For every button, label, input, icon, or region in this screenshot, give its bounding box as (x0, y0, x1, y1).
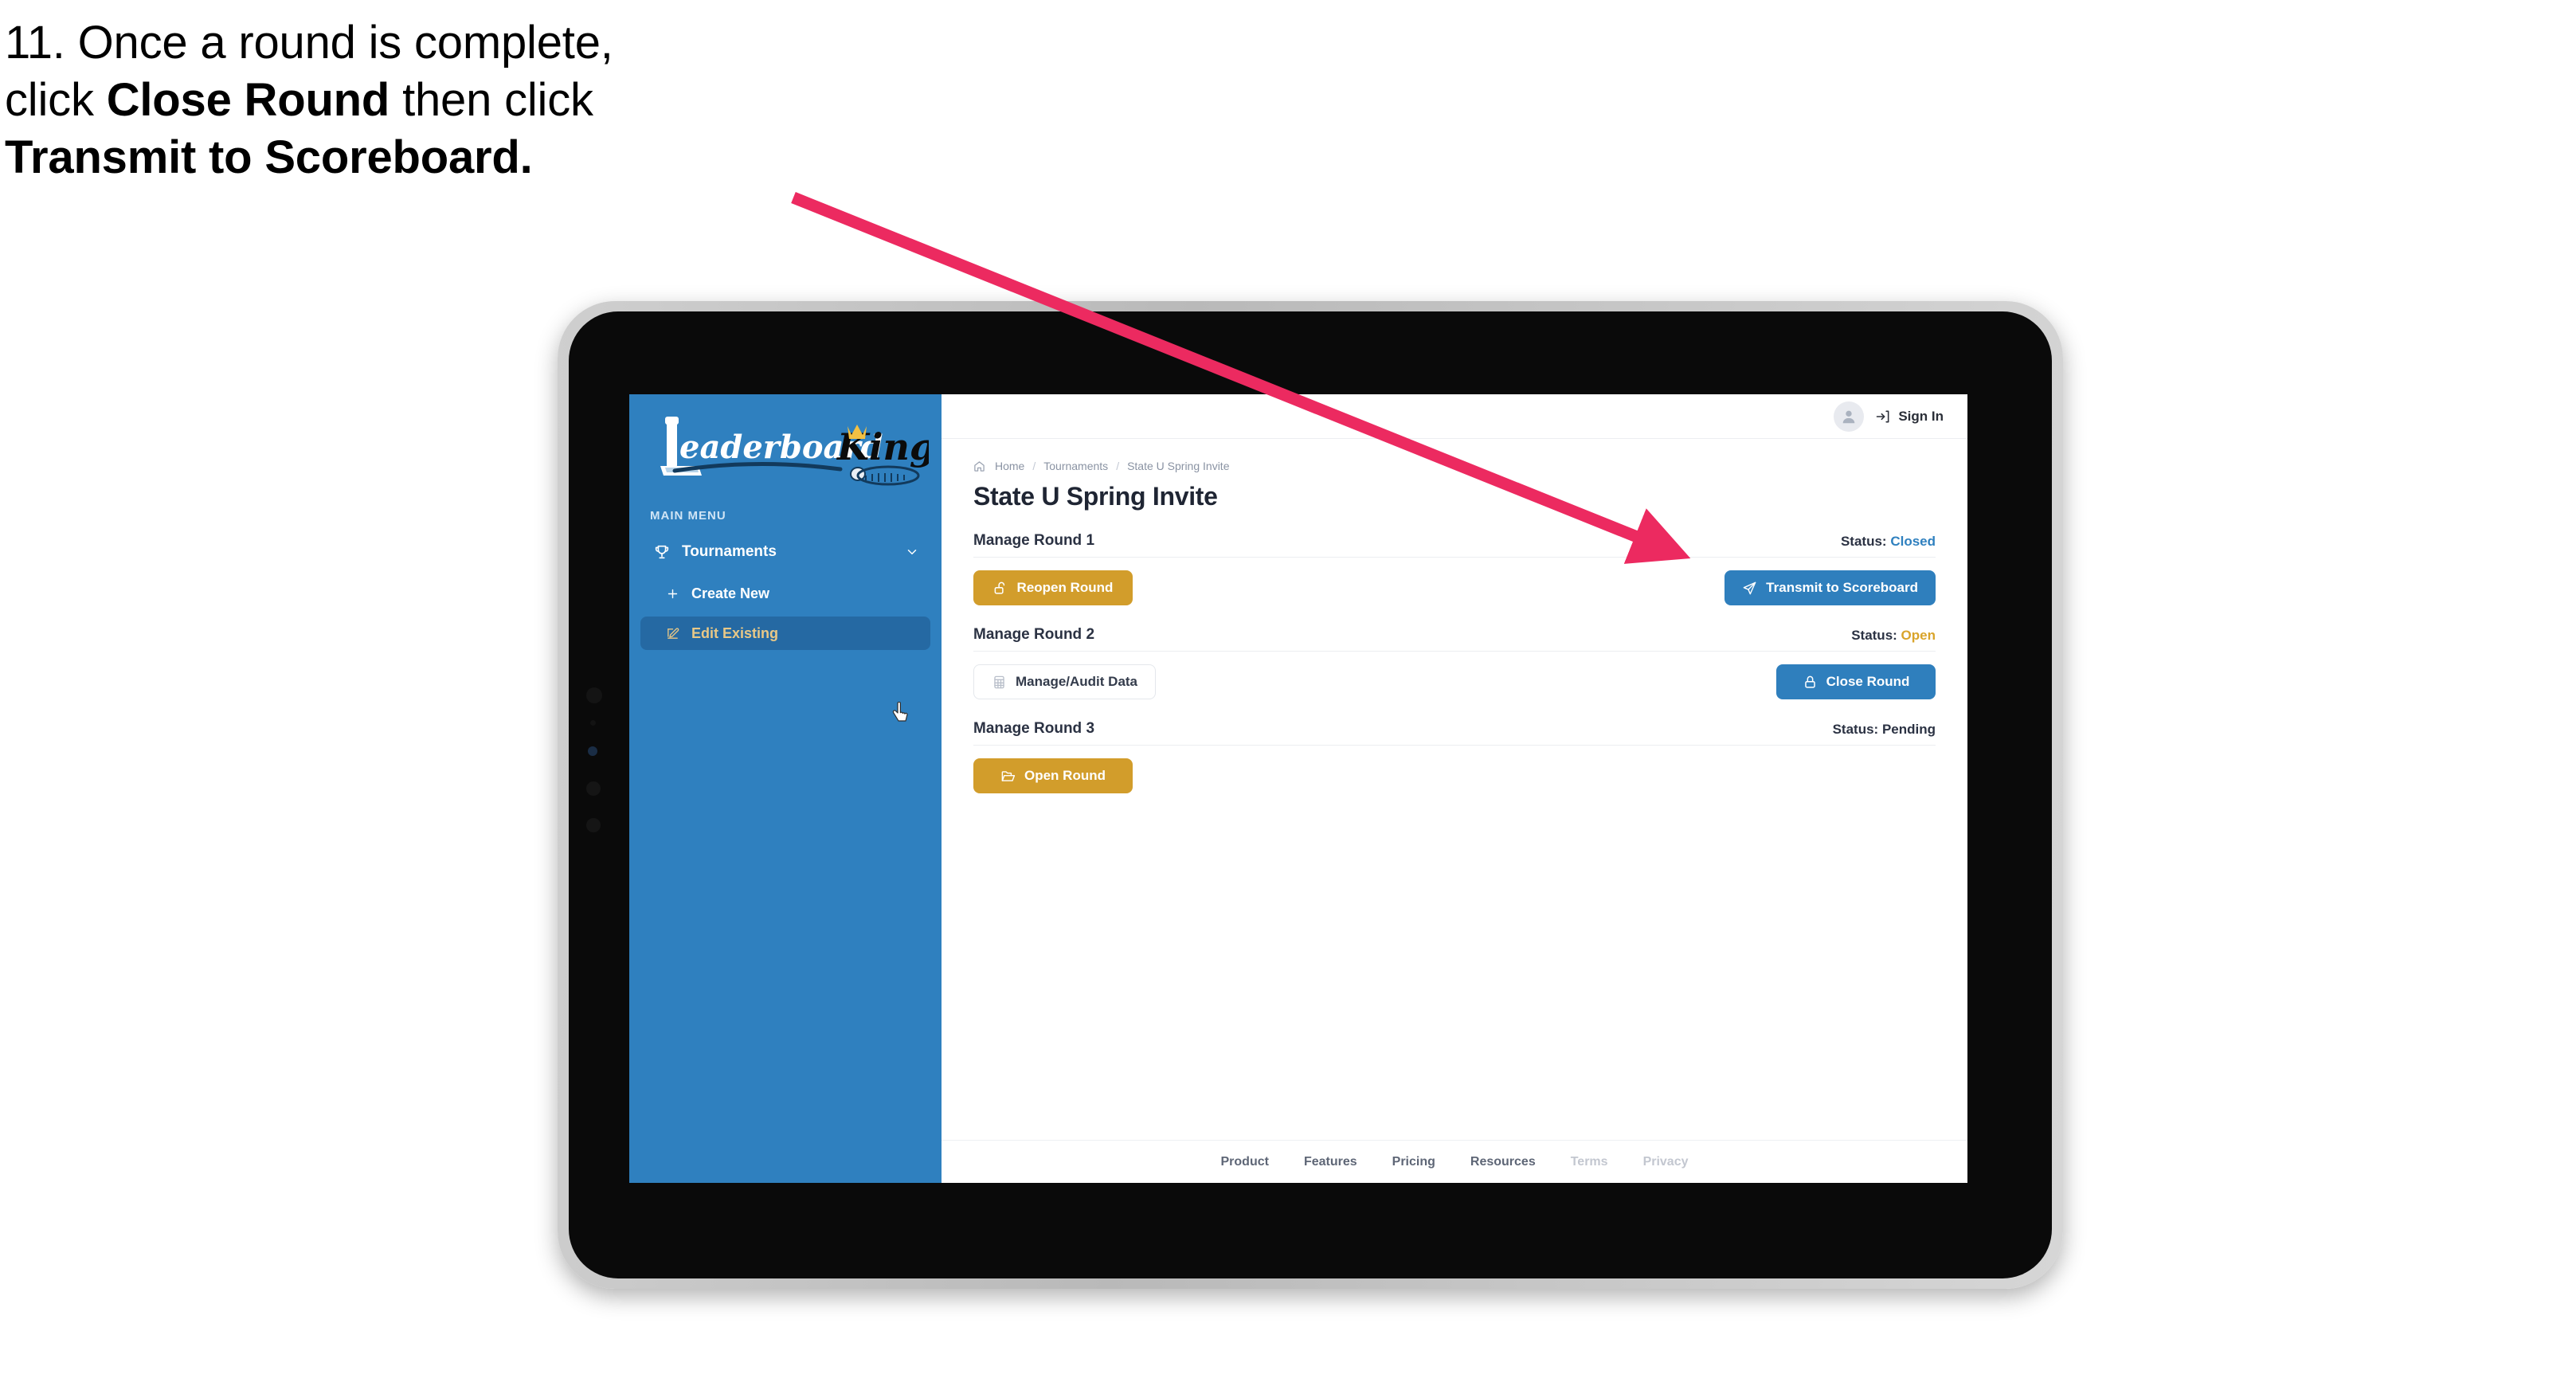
tablet-mic-icon (590, 720, 596, 726)
round-2-status-value: Open (1901, 628, 1936, 643)
reopen-round-label: Reopen Round (1016, 580, 1114, 595)
tablet-button-lower-icon (586, 818, 601, 832)
caption-line-2: click Close Round then click (5, 72, 865, 129)
instruction-caption: 11. Once a round is complete, click Clos… (5, 14, 865, 186)
main-content: Sign In Home / Tournaments / State U Spr… (942, 394, 1967, 1183)
sidebar-item-tournaments[interactable]: Tournaments (640, 534, 930, 570)
round-2-status-label: Status: (1851, 628, 1897, 643)
tablet-camera-icon (588, 746, 597, 756)
table-grid-icon (994, 675, 1004, 688)
caption-line-3: Transmit to Scoreboard. (5, 129, 865, 186)
unlock-icon (994, 581, 1004, 594)
caption-line-2-pre: click (5, 73, 107, 126)
sidebar: eaderboard King MAIN MENU Tournaments Cr… (629, 394, 942, 1183)
round-1-header: Manage Round 1 Status: Closed (973, 532, 1936, 558)
leaderboard-king-logo-icon: eaderboard King (660, 417, 929, 486)
caption-transmit-emphasis: Transmit to Scoreboard. (5, 131, 533, 183)
avatar[interactable] (1834, 401, 1865, 432)
send-plane-icon (1743, 581, 1756, 594)
sidebar-item-tournaments-label: Tournaments (682, 543, 777, 560)
round-3-actions: Open Round (973, 758, 1936, 793)
content-body: Home / Tournaments / State U Spring Invi… (942, 439, 1967, 793)
screenshot-root: 11. Once a round is complete, click Clos… (0, 0, 2576, 1386)
footer: Product Features Pricing Resources Terms… (942, 1140, 1967, 1183)
round-2-title: Manage Round 2 (973, 626, 1095, 643)
breadcrumb-separator-1: / (1032, 460, 1036, 472)
edit-square-icon (663, 627, 682, 640)
top-bar: Sign In (942, 394, 1967, 439)
sidebar-item-create-new-label: Create New (691, 585, 770, 601)
mouse-cursor-pointer-icon (892, 702, 908, 722)
transmit-to-scoreboard-label: Transmit to Scoreboard (1766, 580, 1918, 595)
open-round-label: Open Round (1024, 768, 1106, 783)
round-3-status-value: Pending (1881, 722, 1936, 737)
round-section-3: Manage Round 3 Status: Pending Open Roun… (973, 720, 1936, 793)
round-1-status-value: Closed (1890, 534, 1936, 549)
open-folder-icon (1001, 770, 1016, 781)
caption-line-2-post: then click (390, 73, 593, 126)
user-icon (1842, 410, 1855, 423)
home-icon (973, 460, 985, 472)
sign-in-arrow-icon (1877, 410, 1889, 422)
round-section-1: Manage Round 1 Status: Closed Reopen Rou… (973, 532, 1936, 605)
footer-link-pricing[interactable]: Pricing (1392, 1155, 1435, 1169)
breadcrumb: Home / Tournaments / State U Spring Invi… (973, 460, 1936, 472)
breadcrumb-item-current: State U Spring Invite (1127, 460, 1230, 472)
tablet-button-upper-icon (586, 781, 601, 796)
sign-in-label: Sign In (1898, 408, 1944, 424)
sign-in-button[interactable]: Sign In (1875, 409, 1944, 425)
close-round-label: Close Round (1826, 674, 1910, 689)
lock-icon (1804, 675, 1815, 688)
app-screen: eaderboard King MAIN MENU Tournaments Cr… (629, 394, 1967, 1183)
page-title: State U Spring Invite (973, 482, 1218, 511)
caption-close-round-emphasis: Close Round (106, 73, 390, 126)
transmit-to-scoreboard-button[interactable]: Transmit to Scoreboard (1725, 570, 1936, 605)
round-1-status-label: Status: (1840, 534, 1887, 549)
sidebar-section-label: MAIN MENU (650, 509, 726, 523)
plus-icon (663, 587, 682, 601)
caption-line-1: 11. Once a round is complete, (5, 17, 613, 69)
breadcrumb-item-tournaments[interactable]: Tournaments (1043, 460, 1108, 472)
round-3-status-label: Status: (1832, 722, 1879, 737)
footer-link-privacy[interactable]: Privacy (1643, 1155, 1689, 1169)
close-round-button[interactable]: Close Round (1776, 664, 1936, 699)
round-1-actions: Reopen Round Transmit to Scoreboard (973, 570, 1936, 605)
sidebar-item-create-new[interactable]: Create New (640, 577, 930, 610)
round-1-title: Manage Round 1 (973, 532, 1095, 549)
trophy-icon (652, 542, 672, 562)
round-2-status: Status: Open (1851, 628, 1936, 644)
chevron-down-icon[interactable] (905, 545, 919, 559)
round-3-title: Manage Round 3 (973, 720, 1095, 737)
reopen-round-button[interactable]: Reopen Round (973, 570, 1133, 605)
breadcrumb-item-home[interactable]: Home (995, 460, 1024, 472)
breadcrumb-separator-2: / (1116, 460, 1120, 472)
round-2-header: Manage Round 2 Status: Open (973, 626, 1936, 652)
manage-audit-data-button[interactable]: Manage/Audit Data (973, 664, 1157, 699)
app-logo[interactable]: eaderboard King (647, 412, 929, 488)
footer-link-features[interactable]: Features (1304, 1155, 1357, 1169)
manage-audit-data-label: Manage/Audit Data (1016, 674, 1138, 689)
round-2-actions: Manage/Audit Data Close Round (973, 664, 1936, 699)
tablet-sensor-icon (586, 687, 602, 703)
sidebar-item-edit-existing-label: Edit Existing (691, 624, 779, 641)
footer-link-terms[interactable]: Terms (1571, 1155, 1608, 1169)
round-3-status: Status: Pending (1833, 722, 1936, 738)
footer-link-product[interactable]: Product (1221, 1155, 1269, 1169)
open-round-button[interactable]: Open Round (973, 758, 1133, 793)
round-3-header: Manage Round 3 Status: Pending (973, 720, 1936, 746)
footer-link-resources[interactable]: Resources (1470, 1155, 1536, 1169)
round-section-2: Manage Round 2 Status: Open Manage/Audit… (973, 626, 1936, 699)
sidebar-item-edit-existing[interactable]: Edit Existing (640, 617, 930, 650)
round-1-status: Status: Closed (1841, 534, 1936, 550)
